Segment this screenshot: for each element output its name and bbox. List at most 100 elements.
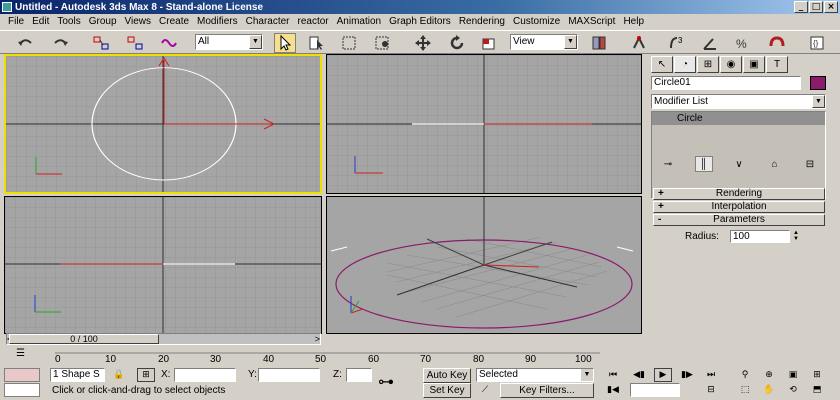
auto-key-button[interactable]: Auto Key <box>423 368 471 383</box>
menu-edit[interactable]: Edit <box>28 16 53 27</box>
make-unique-button[interactable]: ∨ <box>730 156 748 172</box>
close-button[interactable]: × <box>824 1 838 13</box>
current-frame-field[interactable] <box>630 383 680 397</box>
menu-customize[interactable]: Customize <box>509 16 564 27</box>
remove-modifier-button[interactable]: ⌂ <box>766 156 784 172</box>
go-to-end-button[interactable]: ⏭ <box>702 368 720 382</box>
time-slider-next[interactable]: > <box>315 334 320 344</box>
stack-item-circle[interactable]: Circle <box>652 112 825 125</box>
key-filters-button[interactable]: Key Filters... <box>500 383 594 398</box>
menu-reactor[interactable]: reactor <box>294 16 333 27</box>
radius-spinner[interactable]: ▲ ▼ <box>791 230 801 243</box>
modify-tab[interactable]: ◔ <box>674 56 696 73</box>
viewport-front[interactable] <box>326 54 642 194</box>
select-and-link-button[interactable] <box>90 33 112 53</box>
object-color-swatch[interactable] <box>810 76 826 90</box>
menu-graph-editors[interactable]: Graph Editors <box>385 16 455 27</box>
menu-file[interactable]: File <box>4 16 28 27</box>
x-coordinate-field[interactable] <box>174 368 236 382</box>
menu-character[interactable]: Character <box>242 16 294 27</box>
menu-create[interactable]: Create <box>155 16 193 27</box>
zoom-button[interactable]: ⚲ <box>736 368 754 382</box>
snaps-toggle-button[interactable]: 3 <box>666 33 688 53</box>
menu-animation[interactable]: Animation <box>333 16 385 27</box>
region-zoom-button[interactable]: ⬚ <box>736 383 754 397</box>
rollout-parameters[interactable]: - Parameters <box>653 214 825 226</box>
unlink-selection-button[interactable] <box>124 33 146 53</box>
select-object-button[interactable] <box>274 33 296 53</box>
menu-help[interactable]: Help <box>619 16 648 27</box>
select-and-scale-button[interactable] <box>478 33 500 53</box>
window-crossing-button[interactable] <box>372 33 394 53</box>
viewport-left[interactable] <box>4 196 322 334</box>
radius-field[interactable]: 100 <box>730 230 790 243</box>
select-and-move-button[interactable] <box>412 33 434 53</box>
pin-stack-button[interactable]: ⊸ <box>659 156 677 172</box>
time-configuration-button[interactable]: ⊟ <box>702 383 720 397</box>
bind-to-space-warp-button[interactable] <box>158 33 180 53</box>
set-key-button[interactable]: Set Key <box>423 383 471 398</box>
go-to-start-button[interactable]: ⏮ <box>604 368 622 382</box>
object-name-field[interactable]: Circle01 <box>651 76 801 90</box>
percent-snap-button[interactable]: % <box>732 33 754 53</box>
select-and-rotate-button[interactable] <box>446 33 468 53</box>
display-tab[interactable]: ▣ <box>743 56 765 73</box>
set-key-mode-button[interactable]: ⊶ <box>378 372 412 392</box>
utilities-tab[interactable]: T <box>766 56 788 73</box>
menu-rendering[interactable]: Rendering <box>455 16 509 27</box>
default-tangent-button[interactable]: ⟋ <box>476 383 494 397</box>
menu-modifiers[interactable]: Modifiers <box>193 16 242 27</box>
maximize-viewport-button[interactable]: ⬒ <box>808 383 826 397</box>
time-slider[interactable]: < 0 / 100 > <box>6 333 321 345</box>
minimize-button[interactable]: _ <box>794 1 808 13</box>
pan-button[interactable]: ✋ <box>760 383 778 397</box>
rollout-rendering[interactable]: + Rendering <box>653 188 825 200</box>
named-selection-sets-button[interactable]: {} <box>806 33 828 53</box>
utilities-icon: T <box>773 59 781 70</box>
configure-modifier-sets-button[interactable]: ⊟ <box>801 156 819 172</box>
rectangular-selection-button[interactable] <box>338 33 360 53</box>
create-tab[interactable]: ↖ <box>651 56 673 73</box>
maxscript-listener-mini[interactable] <box>4 368 40 382</box>
previous-frame-button[interactable]: ◀▮ <box>630 368 648 382</box>
selection-filter-dropdown[interactable]: All ▼ <box>195 34 263 50</box>
lock-selection-button[interactable]: 🔒 <box>110 368 128 382</box>
angle-snap-button[interactable] <box>700 33 722 53</box>
hierarchy-tab[interactable]: ⊞ <box>697 56 719 73</box>
modifier-list-label: Modifier List <box>654 96 708 107</box>
modifier-list-dropdown[interactable]: Modifier List ▼ <box>651 94 826 109</box>
zoom-extents-all-button[interactable]: ⊞ <box>808 368 826 382</box>
undo-button[interactable] <box>14 33 36 53</box>
zoom-all-button[interactable]: ⊕ <box>760 368 778 382</box>
key-mode-toggle-button[interactable]: ▮◀ <box>604 383 622 397</box>
maxscript-input-mini[interactable] <box>4 383 40 397</box>
track-bar[interactable]: 0 10 20 30 40 50 60 70 80 90 100 <box>55 348 605 366</box>
y-coordinate-field[interactable] <box>258 368 320 382</box>
select-by-name-button[interactable] <box>306 33 328 53</box>
spinner-snap-button[interactable] <box>766 33 788 53</box>
viewport-perspective[interactable] <box>326 196 642 334</box>
menu-group[interactable]: Group <box>85 16 121 27</box>
arc-rotate-button[interactable]: ⟲ <box>784 383 802 397</box>
maximize-button[interactable]: □ <box>809 1 823 13</box>
menu-views[interactable]: Views <box>121 16 156 27</box>
motion-tab[interactable]: ◉ <box>720 56 742 73</box>
menu-tools[interactable]: Tools <box>53 16 84 27</box>
select-and-manipulate-button[interactable] <box>628 33 650 53</box>
zoom-extents-icon: ▣ <box>788 370 798 380</box>
play-button[interactable]: ▶ <box>654 368 672 382</box>
menu-maxscript[interactable]: MAXScript <box>564 16 619 27</box>
zoom-extents-button[interactable]: ▣ <box>784 368 802 382</box>
z-coordinate-field[interactable] <box>346 368 372 382</box>
curve-editor-button[interactable]: ☰ <box>16 348 38 364</box>
reference-coordinate-dropdown[interactable]: View ▼ <box>510 34 578 50</box>
rollout-interpolation[interactable]: + Interpolation <box>653 201 825 213</box>
redo-button[interactable] <box>50 33 72 53</box>
time-slider-thumb[interactable]: 0 / 100 <box>9 334 159 344</box>
absolute-mode-button[interactable]: ⊞ <box>137 368 155 382</box>
key-mode-dropdown[interactable]: Selected ▼ <box>476 368 594 382</box>
next-frame-button[interactable]: ▮▶ <box>678 368 696 382</box>
use-pivot-point-center-button[interactable] <box>588 33 610 53</box>
viewport-top[interactable] <box>4 54 322 194</box>
show-end-result-button[interactable]: ║ <box>694 156 713 172</box>
